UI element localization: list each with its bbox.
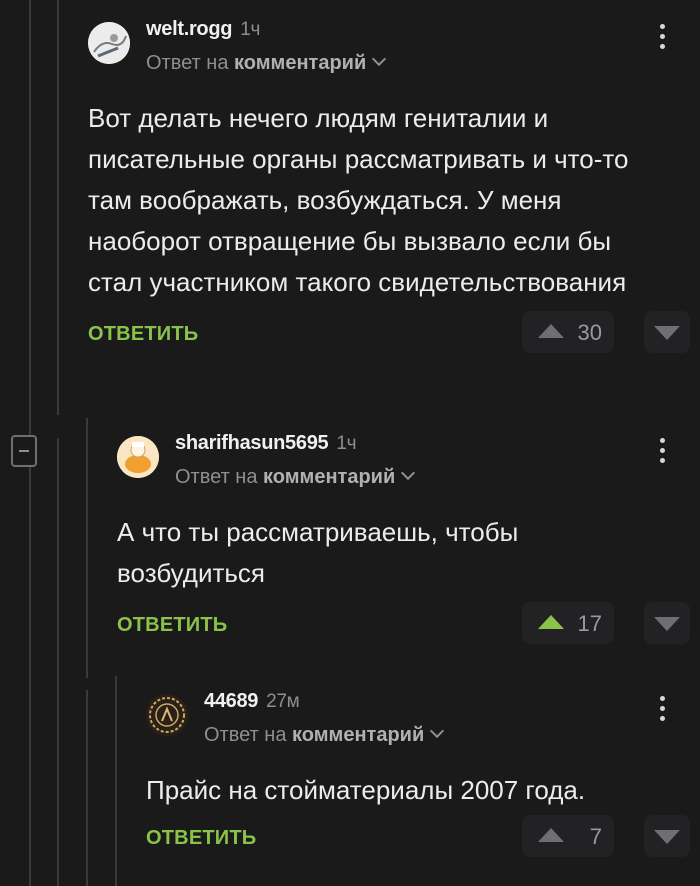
timestamp: 27м (266, 691, 300, 712)
comment: welt.rogg 1ч Ответ на комментарий Вот дел… (88, 16, 700, 359)
chevron-down-icon (372, 51, 387, 67)
avatar[interactable] (117, 436, 159, 478)
timestamp: 1ч (240, 19, 261, 40)
comment-text: Прайс на стойматериалы 2007 года. (146, 775, 586, 805)
chevron-down-icon (430, 723, 445, 739)
chevron-down-icon (401, 465, 416, 481)
thread-line (29, 467, 31, 886)
username[interactable]: 44689 27м (204, 690, 300, 713)
arrow-up-icon (538, 615, 564, 629)
downvote-button[interactable] (644, 602, 690, 644)
arrow-up-icon (538, 324, 564, 338)
comment-text: А что ты рассматриваешь, чтобы возбудить… (117, 517, 519, 588)
arrow-down-icon (654, 326, 680, 340)
arrow-up-icon (538, 828, 564, 842)
upvote-button[interactable]: 17 (522, 602, 614, 644)
more-options-icon[interactable] (660, 24, 666, 54)
thread-line (57, 0, 59, 415)
thread-line (29, 0, 31, 435)
username[interactable]: sharifhasun5695 1ч (175, 432, 357, 455)
arrow-down-icon (654, 830, 680, 844)
upvote-button[interactable]: 30 (522, 311, 614, 353)
rating-count: 30 (577, 320, 602, 345)
comment: sharifhasun5695 1ч Ответ на комментарий А… (117, 430, 700, 650)
more-options-icon[interactable] (660, 438, 666, 468)
rating-count: 7 (589, 824, 602, 849)
thread-line (86, 690, 88, 886)
reply-to-link[interactable]: Ответ на комментарий (204, 723, 445, 747)
username[interactable]: welt.rogg 1ч (146, 18, 260, 41)
timestamp: 1ч (336, 433, 357, 454)
comment: 44689 27м Ответ на комментарий Прайс на с… (146, 688, 700, 863)
reply-button[interactable]: ОТВЕТИТЬ (117, 614, 227, 637)
avatar[interactable] (146, 694, 188, 736)
thread-line (86, 418, 88, 678)
upvote-button[interactable]: 7 (522, 815, 614, 857)
reply-button[interactable]: ОТВЕТИТЬ (146, 827, 256, 850)
thread-line (115, 676, 117, 886)
reply-to-link[interactable]: Ответ на комментарий (175, 465, 416, 489)
reply-to-link[interactable]: Ответ на комментарий (146, 51, 387, 75)
arrow-down-icon (654, 617, 680, 631)
downvote-button[interactable] (644, 815, 690, 857)
more-options-icon[interactable] (660, 696, 666, 726)
avatar[interactable] (88, 22, 130, 64)
rating-count: 17 (577, 611, 602, 636)
reply-button[interactable]: ОТВЕТИТЬ (88, 323, 198, 346)
comment-text: Вот делать нечего людям гениталии и писа… (88, 103, 629, 297)
collapse-thread-button[interactable] (11, 435, 37, 467)
thread-line (57, 438, 59, 886)
downvote-button[interactable] (644, 311, 690, 353)
